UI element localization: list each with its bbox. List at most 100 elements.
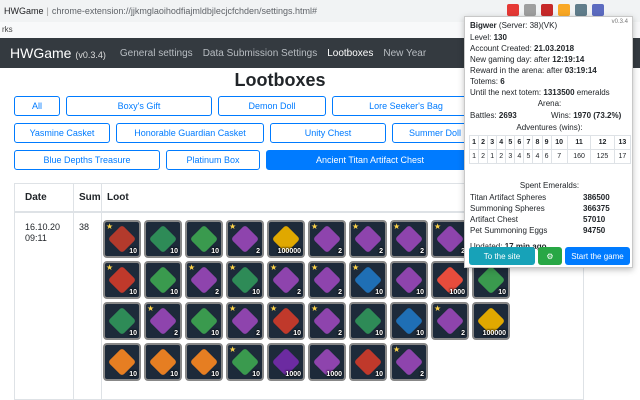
- adventures-heading: Adventures (wins):: [516, 123, 583, 132]
- loot-item: 10: [185, 343, 223, 381]
- to-site-button[interactable]: To the site: [469, 247, 535, 265]
- loot-item-count: 100000: [277, 248, 301, 255]
- loot-item-count: 100000: [482, 330, 506, 337]
- star-icon: ★: [393, 345, 401, 354]
- settings-gear-button[interactable]: ⚙: [538, 247, 562, 265]
- loot-item: ★2: [308, 220, 346, 258]
- nav-lootboxes[interactable]: Lootboxes: [327, 48, 373, 59]
- loot-item-count: 10: [375, 289, 383, 296]
- address-site: HWGame: [4, 6, 44, 16]
- filter-boxys-gift[interactable]: Boxy's Gift: [66, 96, 212, 116]
- header-date: Date: [25, 192, 47, 203]
- star-icon: ★: [106, 263, 114, 272]
- star-icon: ★: [352, 263, 360, 272]
- adventure-number: 13: [613, 135, 632, 150]
- loot-item: 100000: [267, 220, 305, 258]
- star-icon: ★: [229, 345, 237, 354]
- filter-all[interactable]: All: [14, 96, 60, 116]
- loot-item-count: 10: [129, 289, 137, 296]
- nav-general-settings[interactable]: General settings: [120, 48, 193, 59]
- loot-item: 1000: [267, 343, 305, 381]
- nav-new-year[interactable]: New Year: [383, 48, 426, 59]
- player-line: Bigwer (Server: 38)(VK): [470, 21, 557, 30]
- address-url[interactable]: chrome-extension://jjkmglaoihodfiajmldbj…: [52, 6, 317, 16]
- adventure-wins: 2: [478, 149, 489, 164]
- bookmarks-label[interactable]: rks: [2, 25, 13, 34]
- loot-item: ★2: [308, 261, 346, 299]
- filter-yasmine-casket[interactable]: Yasmine Casket: [14, 123, 110, 143]
- adventure-number: 8: [532, 135, 543, 150]
- adventure-wins: 6: [541, 149, 552, 164]
- row-date: 16.10.20: [25, 222, 61, 232]
- loot-item: ★ 10: [226, 343, 264, 381]
- loot-item-count: 10: [416, 289, 424, 296]
- star-icon: ★: [311, 304, 319, 313]
- loot-item-count: 1000: [285, 371, 301, 378]
- extension-icon[interactable]: [541, 4, 553, 16]
- star-icon: ★: [393, 222, 401, 231]
- loot-item: 100000: [472, 302, 510, 340]
- adventure-number: 5: [505, 135, 516, 150]
- loot-item-count: 10: [375, 371, 383, 378]
- battles-value: 2693: [498, 111, 517, 120]
- battles-label: Battles:: [470, 111, 497, 120]
- adventure-wins: 1: [468, 149, 480, 164]
- filter-unity-chest[interactable]: Unity Chest: [270, 123, 386, 143]
- brand[interactable]: HWGame (v0.3.4): [10, 45, 106, 61]
- nav-data-submission[interactable]: Data Submission Settings: [203, 48, 318, 59]
- loot-item-count: 10: [416, 330, 424, 337]
- adventure-number: 6: [514, 135, 525, 150]
- extension-icon[interactable]: [592, 4, 604, 16]
- filter-demon-doll[interactable]: Demon Doll: [218, 96, 326, 116]
- adventure-number: 2: [478, 135, 489, 150]
- star-icon: ★: [147, 304, 155, 313]
- extension-icon[interactable]: [524, 4, 536, 16]
- spent-label: Pet Summoning Eggs: [470, 226, 548, 235]
- loot-item-count: 2: [338, 248, 342, 255]
- loot-item: ★ 10: [349, 261, 387, 299]
- star-icon: ★: [229, 304, 237, 313]
- start-game-button[interactable]: Start the game: [565, 247, 630, 265]
- adventure-number: 4: [496, 135, 507, 150]
- next-totem-unit: emeralds: [576, 88, 610, 97]
- filter-platinum-box[interactable]: Platinum Box: [166, 150, 260, 170]
- extension-icon[interactable]: [507, 4, 519, 16]
- loot-item: 10: [185, 302, 223, 340]
- loot-item-count: 2: [338, 330, 342, 337]
- extension-popup: v0.3.4 Bigwer (Server: 38)(VK) Level: 13…: [464, 16, 633, 268]
- loot-item-count: 10: [129, 330, 137, 337]
- star-icon: ★: [311, 263, 319, 272]
- adventures-table: 1 2 3 4 5 6 7 8 9 10 11 12 13 1 2 1 2 3 4 5 4 6 7 160 125 17: [468, 135, 632, 164]
- created-label: Account Created:: [470, 44, 532, 53]
- loot-item: ★2: [349, 220, 387, 258]
- filter-ancient-titan-artifact-chest[interactable]: Ancient Titan Artifact Chest: [266, 150, 474, 170]
- adventure-wins: 160: [566, 149, 592, 164]
- loot-item: ★ 10: [103, 261, 141, 299]
- next-totem-label: Until the next totem:: [470, 88, 542, 97]
- filter-blue-depths-treasure[interactable]: Blue Depths Treasure: [14, 150, 160, 170]
- extension-icon[interactable]: [575, 4, 587, 16]
- player-server: (Server: 38)(VK): [498, 21, 558, 30]
- column-divider: [73, 184, 74, 400]
- loot-item-count: 2: [256, 248, 260, 255]
- brand-version: (v0.3.4): [75, 50, 106, 60]
- loot-item-count: 10: [211, 330, 219, 337]
- loot-item: 10: [103, 302, 141, 340]
- spent-label: Summoning Spheres: [470, 204, 545, 213]
- filter-lore-seekers-bag[interactable]: Lore Seeker's Bag: [332, 96, 480, 116]
- loot-item-count: 10: [252, 371, 260, 378]
- gaming-day-line: New gaming day: after 12:19:14: [470, 55, 584, 64]
- star-icon: ★: [311, 222, 319, 231]
- star-icon: ★: [106, 222, 114, 231]
- adventure-number: 7: [523, 135, 534, 150]
- spent-label: Titan Artifact Spheres: [470, 193, 547, 202]
- loot-item: 10: [144, 220, 182, 258]
- filter-honorable-guardian-casket[interactable]: Honorable Guardian Casket: [116, 123, 264, 143]
- browser-window: HWGame | chrome-extension://jjkmglaoihod…: [0, 0, 640, 400]
- spent-value: 366375: [583, 204, 610, 213]
- loot-item: 10: [185, 220, 223, 258]
- adventure-number: 12: [590, 135, 615, 150]
- star-icon: ★: [434, 304, 442, 313]
- loot-item: ★ 10: [103, 220, 141, 258]
- extension-icon[interactable]: [558, 4, 570, 16]
